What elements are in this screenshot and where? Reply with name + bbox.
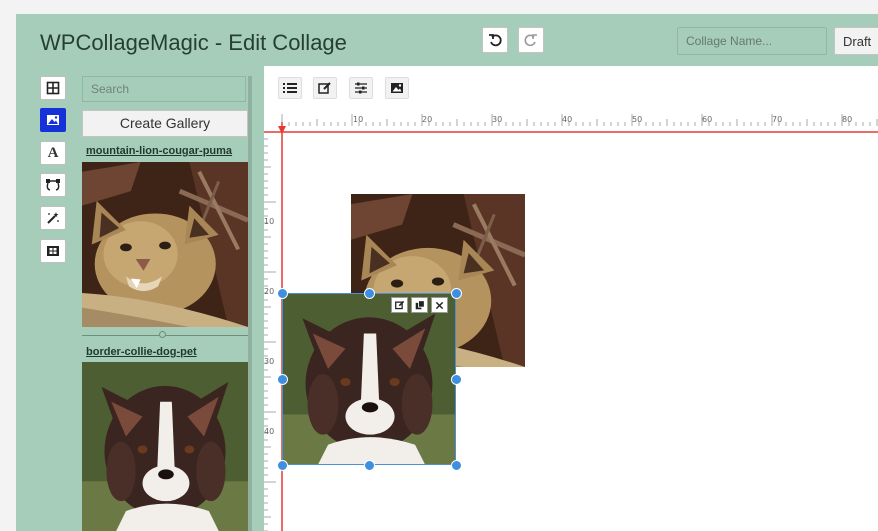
selection-box[interactable] — [282, 293, 456, 465]
page-title: WPCollageMagic - Edit Collage — [40, 30, 347, 55]
layout-icon — [46, 81, 60, 95]
create-gallery-button[interactable]: Create Gallery — [82, 110, 248, 137]
magic-wand-icon — [47, 212, 59, 224]
v-ruler-label: 10 — [264, 217, 274, 226]
undo-button[interactable] — [482, 27, 508, 53]
edit-icon — [394, 300, 404, 310]
resize-handle-bottom-left[interactable] — [277, 460, 288, 471]
gallery-thumbnail-cougar[interactable] — [82, 162, 248, 327]
image-duplicate-button[interactable] — [411, 297, 428, 313]
tool-text-button[interactable]: A — [40, 141, 66, 165]
tool-media-button[interactable] — [40, 239, 66, 263]
tool-layout-button[interactable] — [40, 76, 66, 100]
v-ruler-label: 40 — [264, 427, 274, 436]
undo-icon — [489, 34, 502, 47]
h-ruler-label: 50 — [632, 115, 642, 124]
image-remove-button[interactable] — [431, 297, 448, 313]
gallery-scrollbar[interactable] — [248, 76, 252, 531]
canvas-workspace[interactable]: 10 20 30 40 50 60 70 80 10 20 30 40 — [264, 66, 878, 531]
copy-icon — [415, 300, 425, 310]
resize-handle-bottom-right[interactable] — [451, 460, 462, 471]
resize-handle-left[interactable] — [277, 374, 288, 385]
h-ruler-label: 70 — [772, 115, 782, 124]
search-input[interactable] — [82, 76, 246, 102]
vector-path-icon — [46, 179, 60, 191]
gallery-item-label[interactable]: mountain-lion-cougar-puma — [86, 145, 232, 157]
h-ruler-label: 60 — [702, 115, 712, 124]
gallery-thumbnail-collie[interactable] — [82, 362, 248, 531]
image-icon — [47, 115, 59, 125]
h-ruler-label: 30 — [492, 115, 502, 124]
film-icon — [47, 246, 59, 256]
status-draft-button[interactable]: Draft — [834, 27, 878, 55]
h-ruler-label: 80 — [842, 115, 852, 124]
resize-handle-top-left[interactable] — [277, 288, 288, 299]
text-icon: A — [47, 144, 59, 161]
resize-handle-right[interactable] — [451, 374, 462, 385]
redo-button[interactable] — [518, 27, 544, 53]
collage-name-input[interactable] — [677, 27, 827, 55]
divider-handle[interactable] — [159, 331, 166, 338]
close-icon — [435, 301, 444, 309]
h-ruler-label: 40 — [562, 115, 572, 124]
collage-editor-app: WPCollageMagic - Edit Collage Draft A Cr… — [16, 14, 878, 531]
resize-handle-top[interactable] — [364, 288, 375, 299]
image-edit-button[interactable] — [391, 297, 408, 313]
redo-icon — [524, 34, 537, 47]
tool-effects-button[interactable] — [40, 206, 66, 230]
h-ruler-label: 20 — [422, 115, 432, 124]
ruler-origin-marker — [278, 126, 286, 134]
gallery-item-label[interactable]: border-collie-dog-pet — [86, 346, 197, 358]
tool-image-button[interactable] — [40, 108, 66, 132]
resize-handle-top-right[interactable] — [451, 288, 462, 299]
h-ruler-label: 10 — [353, 115, 363, 124]
v-ruler-label: 20 — [264, 287, 274, 296]
tool-vector-button[interactable] — [40, 173, 66, 197]
v-ruler-label: 30 — [264, 357, 274, 366]
resize-handle-bottom[interactable] — [364, 460, 375, 471]
